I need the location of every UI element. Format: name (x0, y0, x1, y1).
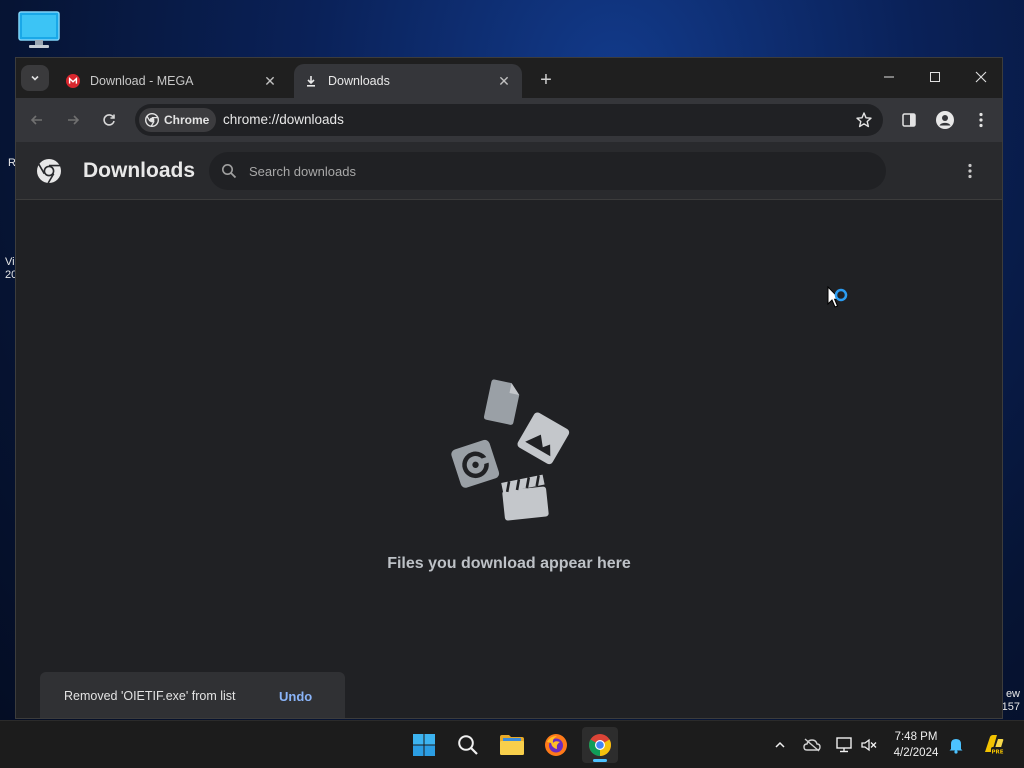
bookmark-star-icon[interactable] (855, 111, 873, 129)
kebab-menu-icon (979, 112, 983, 128)
taskbar-search-button[interactable] (450, 727, 486, 763)
active-app-indicator (593, 759, 607, 762)
onedrive-tray-button[interactable] (802, 735, 822, 755)
cloud-offline-icon (803, 738, 821, 752)
clock-date: 4/2/2024 (893, 747, 939, 759)
close-icon (975, 71, 987, 83)
tab-search-button[interactable] (21, 65, 49, 91)
file-explorer-icon (500, 735, 524, 755)
close-window-button[interactable] (958, 58, 1002, 96)
removed-toast: Removed 'OIETIF.exe' from list Undo (40, 672, 345, 718)
back-button[interactable] (25, 108, 49, 132)
downloads-header: Downloads (16, 142, 1002, 200)
undo-button[interactable]: Undo (279, 689, 312, 704)
file-explorer-button[interactable] (494, 727, 530, 763)
reload-button[interactable] (97, 108, 121, 132)
network-tray-button[interactable] (834, 735, 854, 755)
browser-toolbar: Chrome chrome://downloads (16, 98, 1002, 142)
chrome-logo-icon (37, 159, 61, 184)
network-icon (836, 737, 852, 753)
notifications-button[interactable] (946, 735, 966, 755)
chrome-logo-icon (145, 113, 159, 127)
minimize-icon (884, 76, 894, 78)
bell-icon (949, 739, 963, 754)
maximize-button[interactable] (912, 58, 958, 96)
forward-button[interactable] (61, 108, 85, 132)
mega-favicon-icon (66, 74, 80, 88)
profile-button[interactable] (934, 109, 956, 131)
tab-downloads[interactable]: Downloads ✕ (294, 64, 522, 98)
search-downloads-box[interactable] (209, 152, 886, 190)
chrome-window: Download - MEGA ✕ Downloads ✕ + Chrome c… (15, 57, 1003, 719)
downloads-list-area: Files you download appear here (16, 201, 1002, 718)
taskbar-clock[interactable]: 7:48 PM 4/2/2024 (884, 729, 948, 761)
copilot-button[interactable]: PRE (980, 735, 1006, 755)
side-panel-icon (902, 113, 916, 127)
copilot-pre-icon: PRE (985, 735, 1004, 755)
chip-label: Chrome (164, 113, 210, 127)
search-icon (458, 735, 478, 755)
taskbar: 7:48 PM 4/2/2024 PRE (0, 720, 1024, 768)
volume-tray-button[interactable] (859, 735, 879, 755)
profile-avatar-icon (936, 111, 954, 129)
firefox-icon (545, 734, 567, 756)
side-panel-button[interactable] (898, 109, 920, 131)
address-bar[interactable]: Chrome chrome://downloads (135, 104, 883, 136)
start-button[interactable] (406, 727, 442, 763)
empty-downloads-illustration (451, 379, 570, 521)
busy-cursor-icon (827, 286, 848, 308)
desktop-label-peek: ew 157 (1001, 688, 1020, 713)
page-title: Downloads (83, 159, 196, 182)
kebab-menu-icon (968, 163, 972, 179)
firefox-button[interactable] (538, 727, 574, 763)
title-bar: Download - MEGA ✕ Downloads ✕ + (16, 58, 1002, 98)
speaker-muted-icon (861, 738, 877, 752)
clock-time: 7:48 PM (894, 731, 938, 743)
tab-mega[interactable]: Download - MEGA ✕ (56, 64, 288, 98)
search-icon (222, 164, 237, 179)
arrow-left-icon (30, 115, 42, 125)
maximize-icon (930, 72, 940, 82)
show-hidden-icons-button[interactable] (770, 735, 790, 755)
tab-title: Download - MEGA (90, 74, 194, 88)
toast-message: Removed 'OIETIF.exe' from list (64, 689, 236, 703)
url-text[interactable]: chrome://downloads (223, 112, 344, 127)
windows-start-icon (413, 734, 435, 756)
chrome-menu-button[interactable] (970, 109, 992, 131)
svg-text:PRE: PRE (991, 749, 1003, 755)
tab-title: Downloads (328, 74, 390, 88)
empty-state-message: Files you download appear here (387, 555, 631, 572)
reload-icon (103, 114, 115, 126)
download-icon (304, 74, 318, 88)
this-pc-desktop-icon[interactable] (17, 10, 61, 50)
chevron-up-icon (775, 741, 785, 748)
arrow-right-icon (68, 115, 80, 125)
chrome-taskbar-button[interactable] (582, 727, 618, 763)
close-tab-icon[interactable]: ✕ (494, 71, 514, 91)
close-tab-icon[interactable]: ✕ (260, 71, 280, 91)
search-input[interactable] (249, 152, 869, 190)
chrome-icon (589, 734, 611, 756)
site-info-chip[interactable]: Chrome (139, 108, 217, 132)
downloads-menu-button[interactable] (960, 160, 980, 182)
new-tab-button[interactable]: + (534, 68, 558, 92)
minimize-button[interactable] (866, 58, 912, 96)
chevron-down-icon (31, 75, 39, 81)
